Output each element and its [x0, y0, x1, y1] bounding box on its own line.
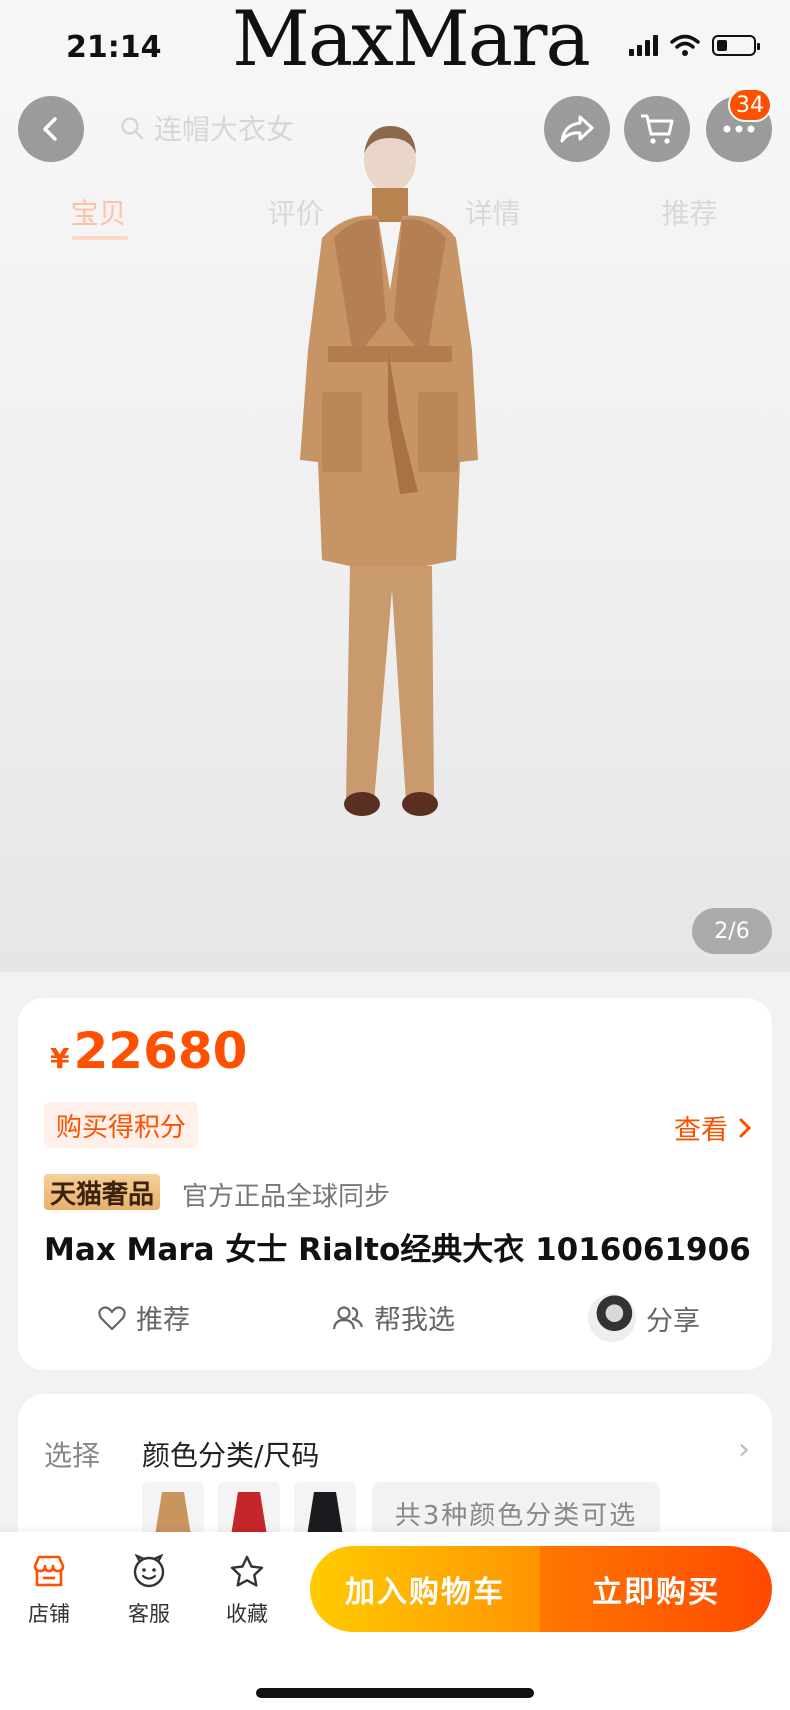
status-time: 21:14	[66, 30, 162, 65]
back-icon	[43, 117, 57, 141]
share-icon	[560, 115, 594, 143]
product-photo	[300, 126, 478, 816]
status-indicators	[629, 34, 760, 56]
service-icon	[133, 1554, 165, 1588]
help-choose-label: 帮我选	[374, 1305, 455, 1336]
authenticity-note: 官方正品全球同步	[182, 1182, 391, 1212]
favorite-button[interactable]: 收藏	[212, 1554, 282, 1628]
image-counter: 2/6	[692, 908, 772, 954]
back-button[interactable]	[18, 96, 84, 162]
avatar	[588, 1294, 636, 1342]
product-actions: 推荐 帮我选 分享	[18, 1294, 772, 1342]
service-label: 客服	[128, 1602, 170, 1626]
people-icon	[332, 1305, 364, 1329]
chevron-right-icon: ›	[738, 1432, 750, 1467]
add-to-cart-button[interactable]: 加入购物车	[310, 1546, 540, 1632]
selection-label: 选择	[44, 1439, 101, 1472]
signal-icon	[629, 34, 658, 56]
chevron-right-icon	[739, 1118, 752, 1137]
price-value: 22680	[73, 1022, 248, 1080]
search-icon	[121, 117, 144, 140]
tab-details[interactable]: 详情	[394, 192, 591, 232]
heart-icon	[98, 1305, 126, 1330]
cart-button[interactable]	[624, 96, 690, 162]
message-count-badge: 34	[728, 88, 772, 122]
buy-now-button[interactable]: 立即购买	[540, 1546, 772, 1632]
cart-icon	[641, 114, 674, 144]
tab-recommend[interactable]: 推荐	[591, 192, 788, 232]
tmall-luxury-tag: 天猫奢品	[44, 1174, 161, 1210]
shop-label: 店铺	[28, 1602, 70, 1626]
share-label: 分享	[646, 1305, 700, 1337]
wifi-icon	[670, 34, 700, 56]
search-placeholder: 连帽大衣女	[154, 113, 295, 146]
view-points-link[interactable]: 查看	[674, 1108, 752, 1147]
customer-service-button[interactable]: 客服	[114, 1554, 184, 1628]
share-button[interactable]	[544, 96, 610, 162]
battery-icon	[712, 34, 760, 56]
favorite-label: 收藏	[226, 1602, 268, 1626]
view-link-label: 查看	[674, 1115, 728, 1146]
brand-logo: MaxMara	[232, 0, 591, 83]
points-tag: 购买得积分	[44, 1102, 199, 1148]
shop-button[interactable]: 店铺	[14, 1554, 84, 1628]
price-currency: ¥	[50, 1042, 70, 1075]
recommend-label: 推荐	[136, 1305, 190, 1336]
more-icon	[723, 125, 755, 133]
tab-item[interactable]: 宝贝	[0, 192, 197, 240]
tab-reviews[interactable]: 评价	[197, 192, 394, 232]
selection-value: 颜色分类/尺码	[142, 1439, 320, 1472]
recommend-button[interactable]: 推荐	[98, 1298, 190, 1337]
price: ¥ 22680	[50, 1022, 247, 1080]
search-bar[interactable]: 连帽大衣女	[120, 108, 294, 148]
home-indicator	[256, 1688, 534, 1698]
star-icon	[230, 1555, 264, 1587]
share-friends-button[interactable]: 分享	[588, 1294, 700, 1342]
section-tabs: 宝贝 评价 详情 推荐	[0, 192, 790, 240]
product-title: Max Mara 女士 Rialto经典大衣 1016061906	[44, 1232, 751, 1268]
shop-icon	[33, 1555, 65, 1587]
help-choose-button[interactable]: 帮我选	[332, 1298, 455, 1337]
